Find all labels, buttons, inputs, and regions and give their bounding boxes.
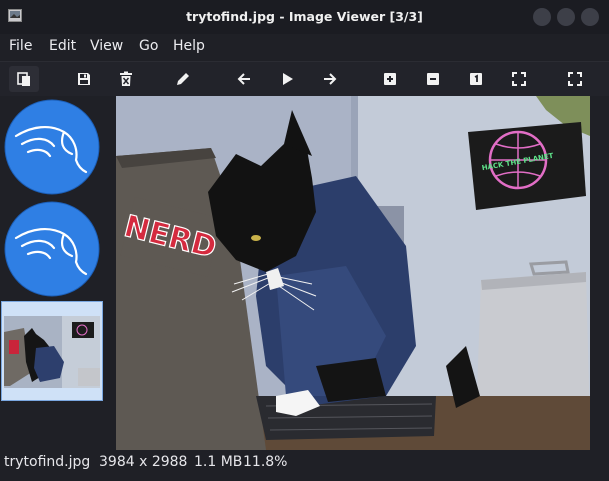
thumbnail-kali-logo-2[interactable] [2, 200, 102, 298]
menu-view[interactable]: View [90, 38, 123, 54]
save-button[interactable] [72, 67, 96, 91]
kali-logo-icon [4, 201, 100, 297]
next-button[interactable] [318, 67, 342, 91]
delete-button[interactable] [114, 67, 138, 91]
cat-photo-thumbnail [4, 316, 100, 388]
thumbnail-kali-logo-1[interactable] [2, 98, 102, 196]
fit-window-button[interactable] [507, 67, 531, 91]
menu-go[interactable]: Go [139, 38, 158, 54]
play-button[interactable] [275, 67, 299, 91]
edit-icon [177, 73, 189, 85]
thumbnail-panel [0, 96, 110, 450]
open-icon [17, 72, 30, 86]
close-button[interactable] [581, 8, 599, 26]
play-icon [283, 73, 293, 85]
zoom-in-icon [384, 73, 396, 85]
fullscreen-button[interactable] [563, 67, 587, 91]
open-button[interactable] [9, 66, 39, 92]
thumbnail-trytofind[interactable] [1, 301, 103, 401]
toolbar [0, 61, 609, 96]
title-bar: trytofind.jpg - Image Viewer [3/3] [0, 0, 609, 34]
actual-size-button[interactable] [464, 67, 488, 91]
actual-size-icon [470, 73, 482, 85]
image-view[interactable]: HACK THE PLANET NERD [112, 96, 609, 450]
previous-button[interactable] [232, 67, 256, 91]
menu-bar: File Edit View Go Help [0, 34, 609, 60]
previous-icon [237, 73, 250, 85]
zoom-out-button[interactable] [421, 67, 445, 91]
fit-window-icon [512, 72, 526, 86]
menu-help[interactable]: Help [173, 38, 205, 54]
status-filesize: 1.1 MB [194, 454, 243, 470]
cat-photo: HACK THE PLANET NERD [116, 96, 590, 450]
save-icon [78, 73, 90, 85]
status-dimensions: 3984 x 2988 [99, 454, 188, 470]
delete-icon [120, 71, 132, 86]
zoom-out-icon [427, 73, 439, 85]
zoom-in-button[interactable] [378, 67, 402, 91]
status-zoom: 11.8% [243, 454, 288, 470]
minimize-button[interactable] [533, 8, 551, 26]
status-filename: trytofind.jpg [4, 454, 91, 470]
menu-file[interactable]: File [9, 38, 32, 54]
window-title: trytofind.jpg - Image Viewer [3/3] [186, 9, 423, 24]
edit-button[interactable] [171, 67, 195, 91]
next-icon [324, 73, 337, 85]
status-bar: trytofind.jpg 3984 x 2988 1.1 MB 11.8% [0, 451, 609, 481]
menu-edit[interactable]: Edit [49, 38, 76, 54]
maximize-button[interactable] [557, 8, 575, 26]
kali-logo-icon [4, 99, 100, 195]
fullscreen-icon [568, 72, 582, 86]
